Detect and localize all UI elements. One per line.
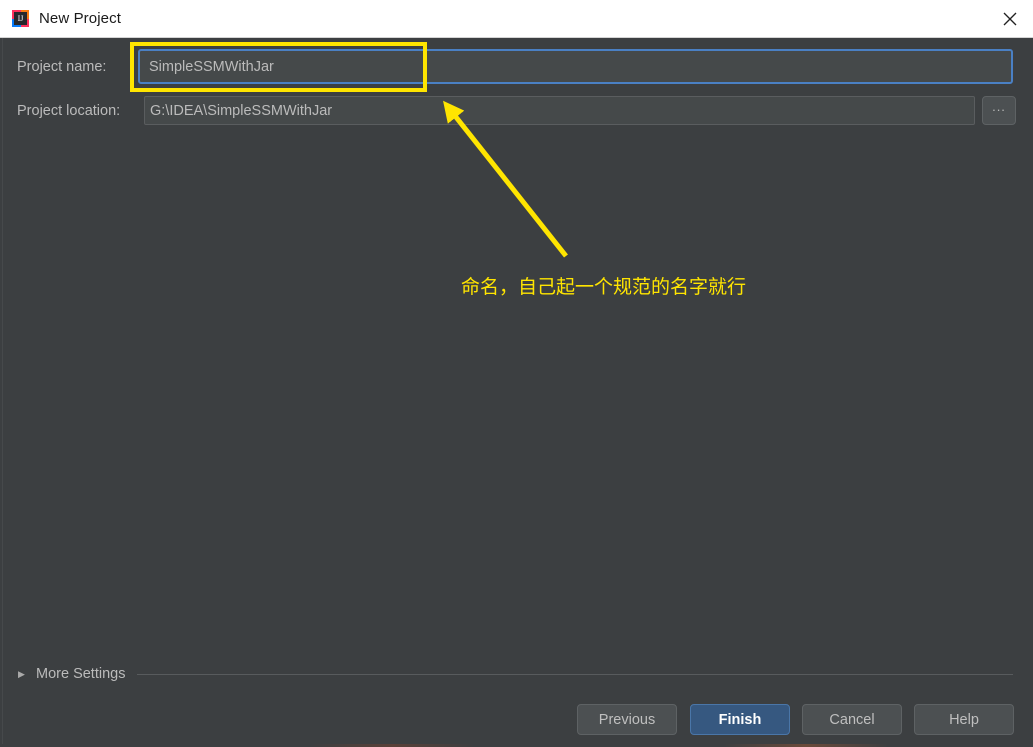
close-icon[interactable] bbox=[987, 0, 1033, 37]
new-project-dialog: IJ New Project Project name: Project loc… bbox=[0, 0, 1033, 747]
window-title: New Project bbox=[39, 10, 121, 27]
more-settings-section: ▶ More Settings bbox=[18, 664, 1018, 684]
previous-button[interactable]: Previous bbox=[577, 704, 677, 735]
section-separator bbox=[137, 673, 1013, 675]
project-name-label: Project name: bbox=[17, 59, 107, 75]
chevron-right-icon[interactable]: ▶ bbox=[18, 664, 32, 684]
more-settings-label[interactable]: More Settings bbox=[36, 666, 125, 682]
left-edge-rail bbox=[0, 38, 3, 747]
dialog-titlebar: IJ New Project bbox=[0, 0, 1033, 38]
cancel-button[interactable]: Cancel bbox=[802, 704, 902, 735]
help-button[interactable]: Help bbox=[914, 704, 1014, 735]
project-name-input[interactable] bbox=[138, 49, 1013, 84]
intellij-idea-icon: IJ bbox=[12, 10, 29, 27]
project-location-input[interactable] bbox=[144, 96, 975, 125]
annotation-note-text: 命名，自己起一个规范的名字就行 bbox=[461, 276, 747, 298]
project-location-label: Project location: bbox=[17, 103, 121, 119]
browse-folder-button[interactable]: ... bbox=[982, 96, 1016, 125]
finish-button[interactable]: Finish bbox=[690, 704, 790, 735]
dialog-button-bar: Previous Finish Cancel Help bbox=[0, 700, 1033, 747]
